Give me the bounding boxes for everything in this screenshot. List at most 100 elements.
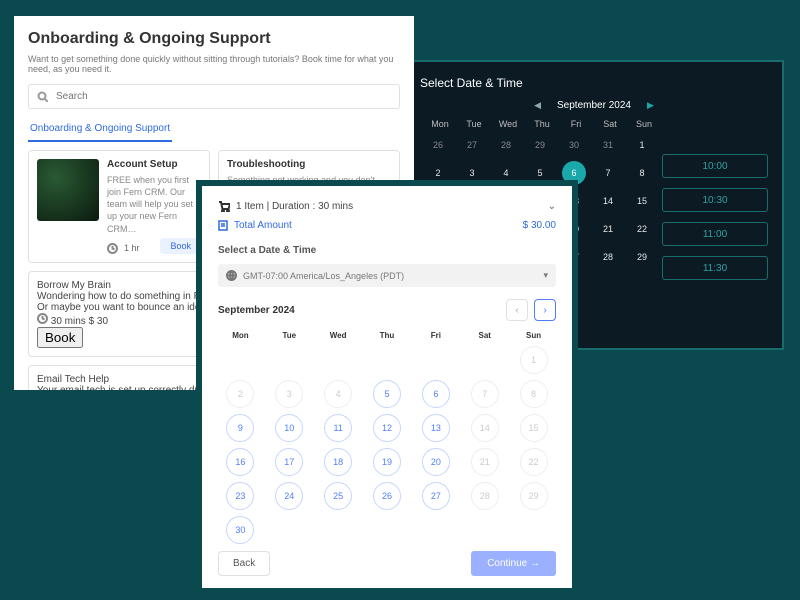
- calendar-day[interactable]: 11: [324, 414, 352, 442]
- page-title: Onboarding & Ongoing Support: [28, 30, 400, 48]
- dow-header: Tue: [267, 331, 312, 340]
- dow-header: Wed: [316, 331, 361, 340]
- globe-icon: [226, 270, 237, 281]
- book-button[interactable]: Book: [160, 238, 201, 254]
- prev-month-icon[interactable]: ◀: [534, 100, 541, 111]
- dow-header: Fri: [562, 119, 590, 129]
- cart-summary[interactable]: 1 Item | Duration : 30 mins ⌄: [218, 200, 556, 212]
- dow-header: Thu: [365, 331, 410, 340]
- day-prev-month: 30: [562, 133, 586, 157]
- calendar-day[interactable]: 22: [630, 217, 654, 241]
- continue-button[interactable]: Continue →: [471, 551, 556, 576]
- calendar-day[interactable]: 10: [275, 414, 303, 442]
- calendar-day[interactable]: 23: [226, 482, 254, 510]
- price: $ 30: [89, 316, 108, 327]
- calendar-day[interactable]: 25: [324, 482, 352, 510]
- duration: 1 hr: [124, 243, 140, 253]
- time-slot[interactable]: 10:30: [662, 188, 768, 212]
- card-account-setup: Account Setup FREE when you first join F…: [28, 150, 210, 263]
- dow-header: Mon: [426, 119, 454, 129]
- day-prev-month: 26: [426, 133, 450, 157]
- next-month-icon[interactable]: ▶: [647, 100, 654, 111]
- calendar-day[interactable]: 20: [422, 448, 450, 476]
- total-label: Total Amount: [218, 220, 292, 231]
- next-month-button[interactable]: ›: [534, 299, 556, 321]
- calendar-day[interactable]: 26: [373, 482, 401, 510]
- page-subtitle: Want to get something done quickly witho…: [28, 54, 400, 74]
- timezone-value: GMT-07:00 America/Los_Angeles (PDT): [243, 271, 404, 281]
- calendar-day[interactable]: 6: [422, 380, 450, 408]
- time-slot-list: 10:00 10:30 11:00 11:30: [662, 154, 768, 280]
- day-prev-month: 27: [460, 133, 484, 157]
- search-box[interactable]: [28, 84, 400, 109]
- clock-icon: [37, 313, 48, 324]
- duration: 30 mins: [51, 316, 86, 327]
- calendar-day[interactable]: 5: [373, 380, 401, 408]
- time-slot[interactable]: 11:00: [662, 222, 768, 246]
- calendar-day[interactable]: 12: [373, 414, 401, 442]
- dow-header: Wed: [494, 119, 522, 129]
- calendar-day[interactable]: 14: [596, 189, 620, 213]
- calendar-day[interactable]: 1: [630, 133, 654, 157]
- calendar-day: 8: [520, 380, 548, 408]
- time-slot[interactable]: 11:30: [662, 256, 768, 280]
- calendar-day: 2: [226, 380, 254, 408]
- calendar-day: 1: [520, 346, 548, 374]
- fern-thumbnail: [37, 159, 99, 221]
- booking-month-label: September 2024: [218, 305, 295, 316]
- booking-panel: 1 Item | Duration : 30 mins ⌄ Total Amou…: [196, 180, 578, 594]
- calendar-day[interactable]: 9: [226, 414, 254, 442]
- calendar-day[interactable]: 16: [226, 448, 254, 476]
- search-input[interactable]: [54, 90, 391, 103]
- time-slot[interactable]: 10:00: [662, 154, 768, 178]
- clock-icon: [107, 243, 118, 254]
- calendar-day[interactable]: 24: [275, 482, 303, 510]
- calendar-day[interactable]: 30: [226, 516, 254, 544]
- calendar-day[interactable]: 27: [422, 482, 450, 510]
- back-button[interactable]: Back: [218, 551, 270, 576]
- cart-text: 1 Item | Duration : 30 mins: [236, 201, 353, 212]
- card-title: Account Setup: [107, 159, 201, 170]
- dow-header: Sat: [596, 119, 624, 129]
- calendar-day[interactable]: 15: [630, 189, 654, 213]
- calendar-day[interactable]: 7: [596, 161, 620, 185]
- calendar-day: 29: [520, 482, 548, 510]
- chevron-down-icon[interactable]: ⌄: [548, 201, 556, 212]
- calendar-day[interactable]: 19: [373, 448, 401, 476]
- calendar-day: 3: [275, 380, 303, 408]
- dow-header: Mon: [218, 331, 263, 340]
- dark-cal-month-nav: ◀ September 2024 ▶: [406, 96, 782, 119]
- dow-header: Fri: [413, 331, 458, 340]
- dow-header: Tue: [460, 119, 488, 129]
- day-prev-month: 31: [596, 133, 620, 157]
- dow-header: Sun: [511, 331, 556, 340]
- tab-onboarding[interactable]: Onboarding & Ongoing Support: [28, 119, 172, 142]
- calendar-day[interactable]: 8: [630, 161, 654, 185]
- calendar-day[interactable]: 28: [596, 245, 620, 269]
- chevron-down-icon: ▾: [543, 270, 548, 281]
- prev-month-button[interactable]: ‹: [506, 299, 528, 321]
- calendar-day: 22: [520, 448, 548, 476]
- dark-cal-heading: Select Date & Time: [406, 62, 782, 96]
- day-prev-month: 28: [494, 133, 518, 157]
- calendar-day: 15: [520, 414, 548, 442]
- timezone-select[interactable]: GMT-07:00 America/Los_Angeles (PDT) ▾: [218, 264, 556, 287]
- book-button[interactable]: Book: [37, 327, 83, 348]
- cart-icon: [218, 200, 230, 212]
- calendar-day[interactable]: 29: [630, 245, 654, 269]
- total-amount: $ 30.00: [523, 220, 556, 231]
- calendar-day: 4: [324, 380, 352, 408]
- calendar-day: 28: [471, 482, 499, 510]
- booking-calendar: MonTueWedThuFriSatSun1234567891011121314…: [218, 331, 556, 544]
- search-icon: [37, 91, 48, 102]
- calendar-day[interactable]: 17: [275, 448, 303, 476]
- calendar-day[interactable]: 18: [324, 448, 352, 476]
- dow-header: Sun: [630, 119, 658, 129]
- dow-header: Thu: [528, 119, 556, 129]
- calendar-day: 7: [471, 380, 499, 408]
- calendar-day[interactable]: 13: [422, 414, 450, 442]
- section-heading: Select a Date & Time: [218, 245, 556, 256]
- dow-header: Sat: [462, 331, 507, 340]
- calendar-day[interactable]: 21: [596, 217, 620, 241]
- day-prev-month: 29: [528, 133, 552, 157]
